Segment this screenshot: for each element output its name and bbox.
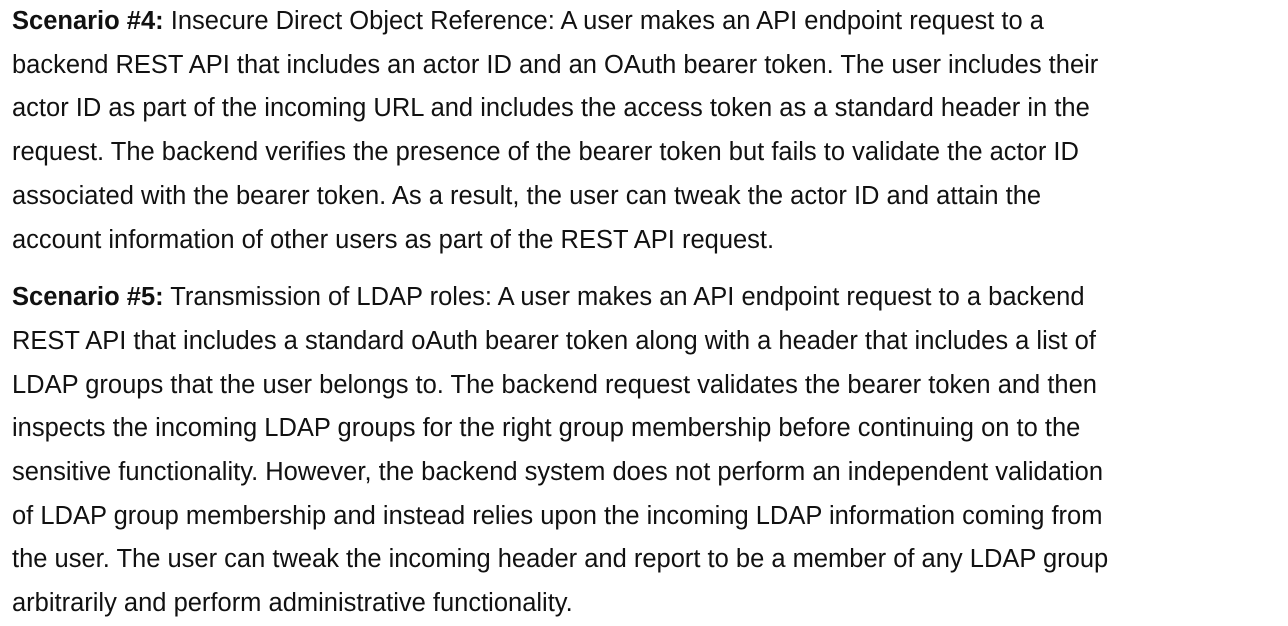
paragraph-line: request. The backend verifies the presen… xyxy=(12,138,1079,167)
scenario-label: Scenario #4: xyxy=(12,7,164,35)
line-text: Transmission of LDAP roles: A user makes… xyxy=(163,283,1085,312)
paragraph-line: Scenario #4: Insecure Direct Object Refe… xyxy=(12,0,1284,44)
paragraph-line: REST API that includes a standard oAuth … xyxy=(12,326,1096,355)
document-body: Scenario #4: Insecure Direct Object Refe… xyxy=(12,0,1284,626)
scenario-label: Scenario #5: xyxy=(12,283,164,312)
paragraph-line: Scenario #5: Transmission of LDAP roles:… xyxy=(12,276,1284,320)
paragraph-line: account information of other users as pa… xyxy=(12,225,775,254)
paragraph-line: backend REST API that includes an actor … xyxy=(12,50,1099,79)
scenario-5-paragraph: Scenario #5: Transmission of LDAP roles:… xyxy=(12,276,1284,626)
paragraph-line: sensitive functionality. However, the ba… xyxy=(12,458,1103,487)
line-text: Insecure Direct Object Reference: A user… xyxy=(163,7,1044,35)
paragraph-line: of LDAP group membership and instead rel… xyxy=(12,501,1103,530)
paragraph-line: actor ID as part of the incoming URL and… xyxy=(12,94,1090,123)
scenario-4-paragraph: Scenario #4: Insecure Direct Object Refe… xyxy=(12,0,1284,262)
paragraph-line: associated with the bearer token. As a r… xyxy=(12,181,1042,210)
paragraph-line: the user. The user can tweak the incomin… xyxy=(12,545,1109,574)
paragraph-line: LDAP groups that the user belongs to. Th… xyxy=(12,370,1097,399)
paragraph-line: arbitrarily and perform administrative f… xyxy=(12,589,573,618)
paragraph-line: inspects the incoming LDAP groups for th… xyxy=(12,414,1081,443)
